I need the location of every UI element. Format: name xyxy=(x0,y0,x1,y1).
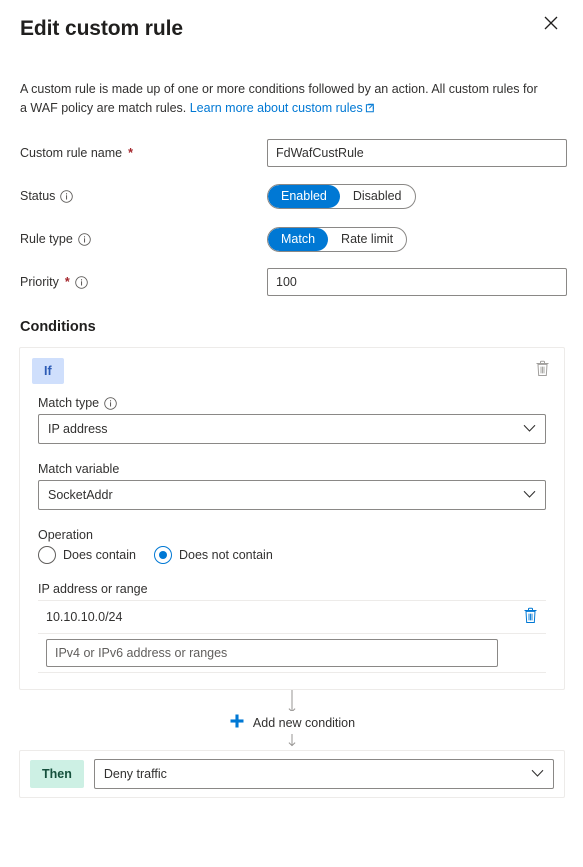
chevron-down-icon xyxy=(523,488,536,502)
field-row-priority: Priority * xyxy=(20,268,567,296)
then-badge: Then xyxy=(30,760,84,788)
ip-address-list: 10.10.10.0/24 xyxy=(38,600,546,673)
action-select[interactable]: Deny traffic xyxy=(93,759,554,789)
status-toggle[interactable]: Enabled Disabled xyxy=(267,183,416,209)
info-icon[interactable] xyxy=(60,189,74,203)
info-icon[interactable] xyxy=(78,232,91,246)
page-title: Edit custom rule xyxy=(20,17,183,40)
ip-addresses-block: IP address or range 10.10.10.0/24 xyxy=(32,582,552,673)
ip-address-new-entry-row xyxy=(38,634,546,673)
if-badge: If xyxy=(32,358,64,384)
match-type-label-text: Match type xyxy=(38,396,100,410)
match-variable-label: Match variable xyxy=(38,462,546,476)
ip-addresses-label: IP address or range xyxy=(38,582,546,596)
status-label: Status xyxy=(20,189,267,203)
rule-type-option-rate-limit[interactable]: Rate limit xyxy=(328,228,406,251)
learn-more-label: Learn more about custom rules xyxy=(189,101,363,115)
priority-label: Priority * xyxy=(20,275,267,289)
match-type-label: Match type xyxy=(38,396,546,410)
delete-condition-button[interactable] xyxy=(533,358,552,382)
add-new-condition-button[interactable]: Add new condition xyxy=(222,711,362,734)
close-icon xyxy=(544,16,558,33)
learn-more-link[interactable]: Learn more about custom rules xyxy=(190,101,375,115)
add-condition-row: Add new condition xyxy=(19,711,565,734)
delete-ip-address-button[interactable] xyxy=(521,605,540,629)
ip-address-value: 10.10.10.0/24 xyxy=(46,610,123,624)
priority-label-text: Priority xyxy=(20,275,59,289)
match-type-select[interactable]: IP address xyxy=(38,414,546,444)
list-item: 10.10.10.0/24 xyxy=(38,600,546,634)
required-marker: * xyxy=(128,146,133,160)
status-option-disabled[interactable]: Disabled xyxy=(340,185,415,208)
intro-text: A custom rule is made up of one or more … xyxy=(0,62,560,119)
priority-input[interactable] xyxy=(267,268,567,296)
condition-card-header: If xyxy=(32,358,552,384)
rule-type-label: Rule type xyxy=(20,232,267,246)
conditions-heading: Conditions xyxy=(20,319,96,335)
conditions-area: If Match type IP address Match variable … xyxy=(0,347,583,798)
rule-type-toggle[interactable]: Match Rate limit xyxy=(267,226,408,252)
match-variable-select[interactable]: SocketAddr xyxy=(38,480,546,510)
operation-label-text: Operation xyxy=(38,528,93,542)
status-label-text: Status xyxy=(20,189,56,203)
condition-card: If Match type IP address Match variable … xyxy=(19,347,565,690)
custom-rule-name-input[interactable] xyxy=(267,139,567,167)
radio-checked-icon xyxy=(153,546,172,564)
trash-icon xyxy=(523,607,538,627)
match-type-value: IP address xyxy=(48,422,108,436)
operation-option-does-contain[interactable]: Does contain xyxy=(38,546,136,564)
required-marker: * xyxy=(64,275,70,289)
operation-option-does-not-contain-label: Does not contain xyxy=(178,548,273,562)
operation-radio-group: Does contain Does not contain xyxy=(38,546,546,564)
custom-rule-name-label: Custom rule name * xyxy=(20,146,267,160)
operation-option-does-not-contain[interactable]: Does not contain xyxy=(153,546,273,564)
plus-icon xyxy=(229,713,245,732)
condition-connector: Add new condition xyxy=(19,690,565,750)
rule-type-label-text: Rule type xyxy=(20,232,73,246)
external-link-icon xyxy=(365,100,375,119)
then-card: Then Deny traffic xyxy=(19,750,565,798)
rule-type-option-match[interactable]: Match xyxy=(268,227,329,251)
chevron-down-icon xyxy=(523,422,536,436)
trash-icon xyxy=(535,360,550,380)
arrow-down-icon xyxy=(288,738,296,747)
chevron-down-icon xyxy=(531,767,544,781)
custom-rule-name-label-text: Custom rule name xyxy=(20,146,123,160)
operation-label: Operation xyxy=(38,528,546,542)
panel-header: Edit custom rule xyxy=(0,0,583,62)
ip-addresses-label-text: IP address or range xyxy=(38,582,148,596)
add-new-condition-label: Add new condition xyxy=(252,715,356,730)
field-row-rule-type: Rule type Match Rate limit xyxy=(20,225,567,253)
operation-option-does-contain-label: Does contain xyxy=(63,548,136,562)
match-variable-value: SocketAddr xyxy=(48,488,113,502)
info-icon[interactable] xyxy=(75,275,88,289)
ip-address-input[interactable] xyxy=(46,639,498,667)
match-type-block: Match type IP address xyxy=(32,396,552,444)
rule-form: Custom rule name * Status Enabled Disabl… xyxy=(0,119,583,296)
action-value: Deny traffic xyxy=(103,767,167,781)
field-row-status: Status Enabled Disabled xyxy=(20,182,567,210)
match-variable-block: Match variable SocketAddr xyxy=(32,462,552,510)
field-row-custom-rule-name: Custom rule name * xyxy=(20,139,567,167)
match-variable-label-text: Match variable xyxy=(38,462,120,476)
info-icon[interactable] xyxy=(104,396,117,410)
status-option-enabled[interactable]: Enabled xyxy=(268,184,340,208)
operation-block: Operation Does contain Does not contain xyxy=(32,528,552,564)
close-button[interactable] xyxy=(535,8,567,40)
radio-unchecked-icon xyxy=(38,546,56,564)
